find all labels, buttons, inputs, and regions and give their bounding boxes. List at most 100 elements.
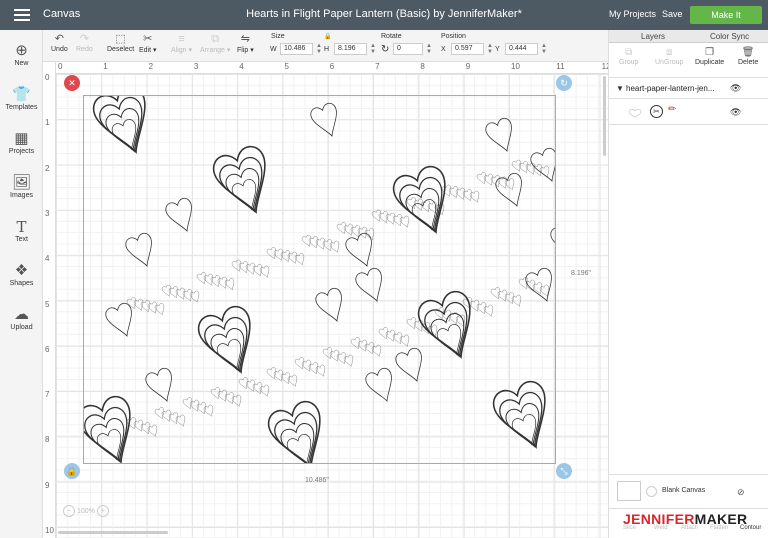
sidebar-item-new[interactable]: ⊕ New xyxy=(0,42,43,67)
ruler-tick-label: 9 xyxy=(465,62,471,71)
ungroup-button[interactable]: ⧈ UnGroup xyxy=(655,47,683,66)
blank-canvas-row[interactable]: Blank Canvas ⊘ xyxy=(609,474,768,508)
undo-button[interactable]: ↶ Undo xyxy=(51,32,68,53)
delete-button[interactable]: 🗑 Delete xyxy=(738,47,758,66)
height-stepper[interactable]: ▲ ▼ xyxy=(370,43,376,55)
x-input[interactable]: 0.597 xyxy=(451,43,484,55)
undo-label: Undo xyxy=(51,46,68,53)
group-button[interactable]: ⧉ Group xyxy=(619,47,638,66)
zoom-in-button[interactable]: + xyxy=(96,505,109,517)
sidebar-item-images[interactable]: 🖼 Images xyxy=(0,174,43,199)
sidebar-item-templates[interactable]: 👕 Templates xyxy=(0,86,43,111)
canvas-color-swatch[interactable] xyxy=(617,481,641,501)
rotate-handle[interactable]: ↻ xyxy=(556,75,572,91)
save-link[interactable]: Save xyxy=(662,9,683,19)
ruler-tick-label: 0 xyxy=(58,62,63,71)
tab-color-sync[interactable]: Color Sync xyxy=(710,32,749,41)
height-dimension-label: 8.196" xyxy=(571,270,592,277)
height-input[interactable]: 8.196 xyxy=(334,43,367,55)
flip-icon: ⇋ xyxy=(240,33,250,45)
eye-icon[interactable]: 👁 xyxy=(730,83,741,94)
shirt-icon: 👕 xyxy=(12,86,31,103)
ruler-tick-label: 5 xyxy=(45,299,50,309)
grid-icon: ▦ xyxy=(14,130,29,147)
zoom-level: 100% xyxy=(76,507,95,515)
group-label: Group xyxy=(619,59,639,66)
design-canvas[interactable]: 0123456789101112 012345678910 ✕ ↻ 🔒 ⤡ 10… xyxy=(43,62,608,538)
ruler-tick-label: 1 xyxy=(45,118,50,128)
flatten-button[interactable]: Flatten xyxy=(710,525,728,531)
width-label: W xyxy=(270,46,277,53)
make-it-button[interactable]: Make It xyxy=(690,6,762,24)
ruler-tick-label: 11 xyxy=(556,62,565,71)
ruler-tick-label: 4 xyxy=(239,62,244,71)
y-input[interactable]: 0.444 xyxy=(505,43,538,55)
flip-menu[interactable]: ⇋ Flip ▾ xyxy=(237,32,254,54)
layers-panel: Layers Color Sync ⧉ Group ⧈ UnGroup ❐ Dupli… xyxy=(608,30,768,538)
layer-item-row[interactable]: ✂ ✏ 👁 xyxy=(609,99,768,125)
sidebar-item-label: Text xyxy=(15,236,28,243)
lock-handle[interactable]: 🔒 xyxy=(64,463,80,479)
deselect-label: Deselect xyxy=(107,46,135,53)
rotate-stepper[interactable]: ▲ ▼ xyxy=(426,43,432,55)
sidebar-item-projects[interactable]: ▦ Projects xyxy=(0,130,43,155)
height-label: H xyxy=(324,46,330,53)
panel-tabs: Layers Color Sync xyxy=(609,30,768,43)
sidebar-item-text[interactable]: T Text xyxy=(0,218,43,243)
collapse-caret-icon[interactable]: ▼ xyxy=(616,84,624,93)
top-bar: Canvas Hearts in Flight Paper Lantern (B… xyxy=(0,0,768,30)
x-label: X xyxy=(441,46,446,53)
vertical-scrollbar[interactable] xyxy=(603,76,606,156)
deselect-button[interactable]: ⬚ Deselect xyxy=(107,32,134,53)
ruler-tick-label: 2 xyxy=(148,62,154,71)
selection-box[interactable] xyxy=(83,95,556,464)
redo-button[interactable]: ↷ Redo xyxy=(76,32,93,53)
position-label: Position xyxy=(441,33,466,40)
layer-group-row[interactable]: ▼ heart-paper-lantern-jen... 👁 xyxy=(609,77,768,99)
x-stepper[interactable]: ▲ ▼ xyxy=(487,43,493,55)
slice-button[interactable]: Slice xyxy=(623,525,636,531)
width-stepper[interactable]: ▲ ▼ xyxy=(316,43,322,55)
eye-icon[interactable]: 👁 xyxy=(730,107,741,118)
sidebar-item-label: New xyxy=(14,60,29,67)
zoom-out-button[interactable]: − xyxy=(63,505,75,517)
duplicate-button[interactable]: ❐ Duplicate xyxy=(695,47,724,66)
pen-icon[interactable]: ✏ xyxy=(668,104,676,115)
arrange-label: Arrange xyxy=(200,47,225,54)
rotate-input[interactable]: 0 xyxy=(393,43,423,55)
delete-handle[interactable]: ✕ xyxy=(64,75,80,91)
hidden-eye-icon[interactable]: ⊘ xyxy=(737,487,745,498)
lock-icon[interactable]: 🔒 xyxy=(324,34,331,40)
layer-thumbnail xyxy=(628,108,642,118)
sidebar-item-upload[interactable]: ☁ Upload xyxy=(0,306,43,331)
sidebar-item-label: Projects xyxy=(8,148,35,155)
ruler-tick-label: 10 xyxy=(511,62,520,71)
my-projects-link[interactable]: My Projects xyxy=(609,9,656,19)
cut-operation-icon[interactable]: ✂ xyxy=(650,105,663,118)
ruler-tick-label: 6 xyxy=(329,62,335,71)
text-icon: T xyxy=(16,218,27,236)
align-menu[interactable]: ≡ Align ▾ xyxy=(171,32,192,54)
horizontal-scrollbar[interactable] xyxy=(58,531,168,534)
ruler-tick-label: 5 xyxy=(284,62,289,71)
layer-name: heart-paper-lantern-jen... xyxy=(626,84,715,93)
flip-label: Flip xyxy=(237,47,249,54)
edit-label: Edit xyxy=(139,47,152,54)
image-icon: 🖼 xyxy=(11,174,32,191)
y-stepper[interactable]: ▲ ▼ xyxy=(541,43,547,55)
edit-menu[interactable]: ✂ Edit ▾ xyxy=(139,32,157,54)
arrange-menu[interactable]: ⧉ Arrange ▾ xyxy=(200,32,230,54)
scale-handle[interactable]: ⤡ xyxy=(556,463,572,479)
delete-label: Delete xyxy=(738,59,759,66)
tab-layers[interactable]: Layers xyxy=(641,32,665,41)
width-input[interactable]: 10.486 xyxy=(280,43,313,55)
attach-button[interactable]: Attach xyxy=(681,525,698,531)
ruler-tick-label: 8 xyxy=(420,62,425,71)
document-title-text: Hearts in Flight Paper Lantern (Basic) b… xyxy=(246,8,522,20)
weld-button[interactable]: Weld xyxy=(654,525,668,531)
sidebar-item-shapes[interactable]: ❖ Shapes xyxy=(0,262,43,287)
menu-icon[interactable] xyxy=(14,9,30,21)
canvas-color-circle[interactable] xyxy=(646,486,657,497)
ruler-tick-label: 1 xyxy=(103,62,108,71)
contour-button[interactable]: Contour xyxy=(740,525,761,531)
